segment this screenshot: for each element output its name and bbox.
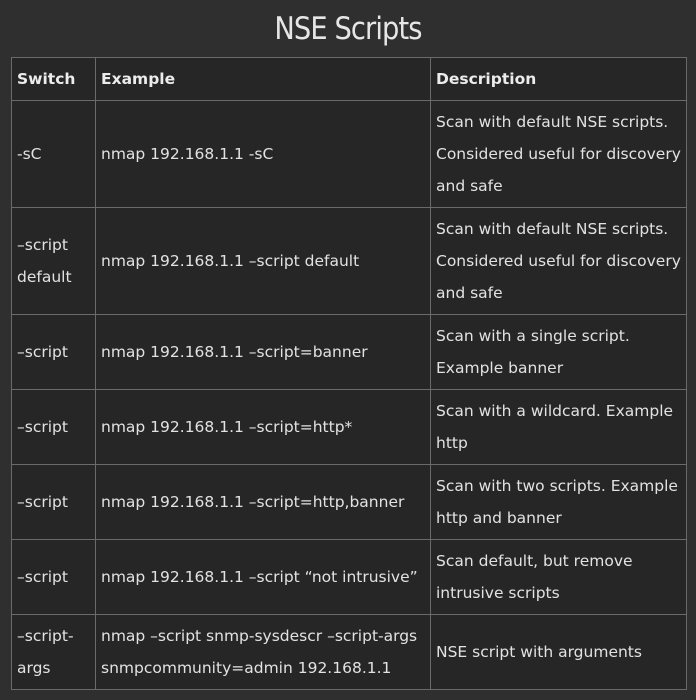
cell-example: nmap 192.168.1.1 –script=banner bbox=[95, 314, 431, 390]
table-row: –script default nmap 192.168.1.1 –script… bbox=[11, 207, 687, 315]
cell-switch: –script default bbox=[11, 207, 96, 315]
table-header-row: Switch Example Description bbox=[11, 57, 687, 101]
cell-description: Scan with a wildcard. Example http bbox=[430, 389, 687, 465]
cell-description: NSE script with arguments bbox=[430, 614, 687, 690]
table-row: –script nmap 192.168.1.1 –script “not in… bbox=[11, 539, 687, 615]
cell-switch: –script bbox=[11, 389, 96, 465]
nse-scripts-table: Switch Example Description -sC nmap 192.… bbox=[11, 57, 687, 690]
cell-example: nmap 192.168.1.1 –script=http* bbox=[95, 389, 431, 465]
cell-switch: –script-args bbox=[11, 614, 96, 690]
page-title: NSE Scripts bbox=[274, 11, 422, 47]
cell-switch: –script bbox=[11, 539, 96, 615]
cell-description: Scan with default NSE scripts. Considere… bbox=[430, 100, 687, 208]
table-row: –script nmap 192.168.1.1 –script=banner … bbox=[11, 314, 687, 390]
header-switch: Switch bbox=[11, 57, 96, 101]
cell-example: nmap 192.168.1.1 -sC bbox=[95, 100, 431, 208]
cell-description: Scan with default NSE scripts. Considere… bbox=[430, 207, 687, 315]
cell-description: Scan with two scripts. Example http and … bbox=[430, 464, 687, 540]
table-row: –script nmap 192.168.1.1 –script=http,ba… bbox=[11, 464, 687, 540]
cell-description: Scan default, but remove intrusive scrip… bbox=[430, 539, 687, 615]
cell-example: nmap 192.168.1.1 –script “not intrusive” bbox=[95, 539, 431, 615]
page: NSE Scripts Switch Example Description -… bbox=[0, 0, 696, 700]
cell-switch: -sC bbox=[11, 100, 96, 208]
table-row: –script-args nmap –script snmp-sysdescr … bbox=[11, 614, 687, 690]
cell-example: nmap 192.168.1.1 –script default bbox=[95, 207, 431, 315]
cell-description: Scan with a single script. Example banne… bbox=[430, 314, 687, 390]
table-row: –script nmap 192.168.1.1 –script=http* S… bbox=[11, 389, 687, 465]
table-row: -sC nmap 192.168.1.1 -sC Scan with defau… bbox=[11, 100, 687, 208]
cell-example: nmap 192.168.1.1 –script=http,banner bbox=[95, 464, 431, 540]
cell-example: nmap –script snmp-sysdescr –script-args … bbox=[95, 614, 431, 690]
header-example: Example bbox=[95, 57, 431, 101]
header-description: Description bbox=[430, 57, 687, 101]
cell-switch: –script bbox=[11, 464, 96, 540]
cell-switch: –script bbox=[11, 314, 96, 390]
